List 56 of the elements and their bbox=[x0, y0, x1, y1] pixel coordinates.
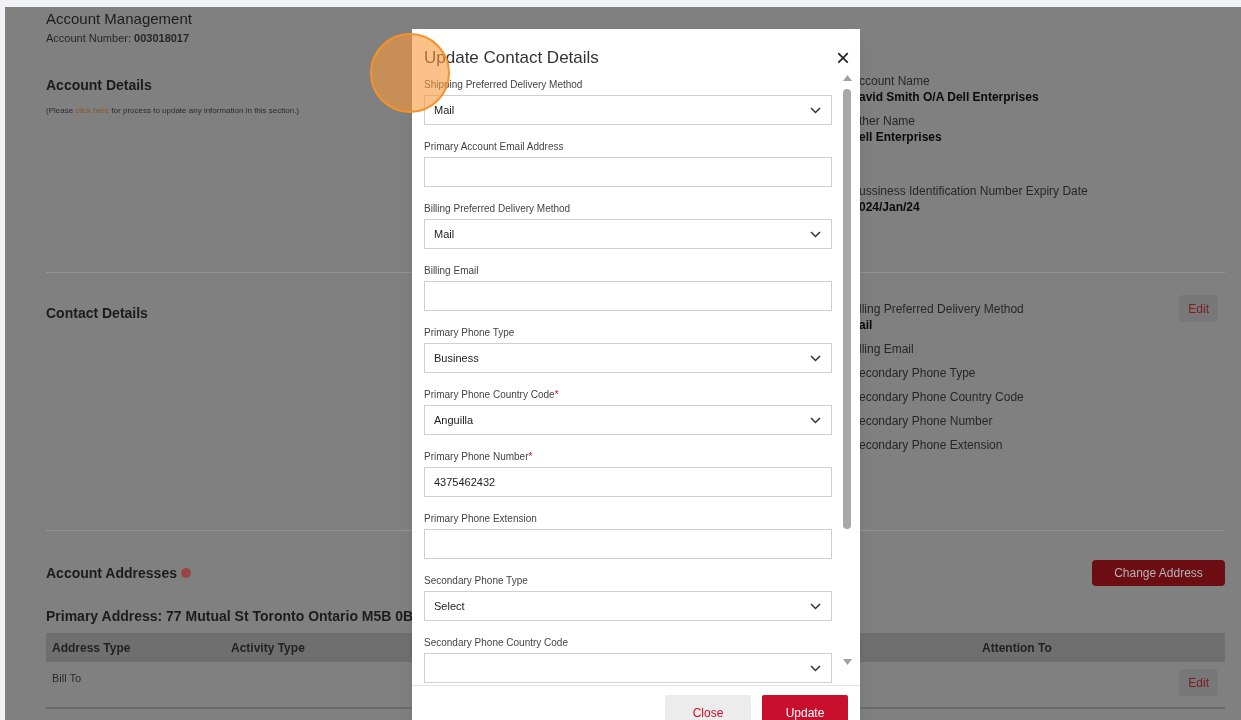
change-address-button[interactable]: Change Address bbox=[1092, 560, 1225, 586]
page-title: Account Management bbox=[46, 10, 192, 28]
chevron-down-icon bbox=[810, 664, 821, 672]
field-value: ell Enterprises bbox=[859, 129, 943, 145]
primary-address: Primary Address: 77 Mutual St Toronto Ontario M5B 0B bbox=[46, 607, 414, 626]
scroll-down-icon[interactable] bbox=[842, 659, 852, 665]
column-header: Attention To bbox=[982, 640, 1052, 655]
field-label: Primary Phone Country Code* bbox=[424, 388, 559, 402]
field-label: econdary Phone Extension bbox=[859, 437, 1004, 453]
section-heading: Account Details bbox=[46, 76, 152, 95]
dropdown[interactable]: Select bbox=[424, 591, 832, 621]
field-label: Secondary Phone Country Code bbox=[424, 636, 568, 650]
field-label: Billing Preferred Delivery Method bbox=[424, 202, 571, 216]
section-heading: Contact Details bbox=[46, 304, 148, 323]
update-button[interactable]: Update bbox=[762, 695, 848, 720]
field-label: Primary Account Email Address bbox=[424, 140, 564, 154]
field-label: Secondary Phone Type bbox=[424, 574, 528, 588]
field-label: Billing Email bbox=[424, 264, 479, 278]
section-heading: Account Addresses bbox=[46, 563, 177, 583]
column-header: Activity Type bbox=[231, 640, 305, 655]
column-header: Address Type bbox=[52, 640, 131, 655]
dropdown[interactable] bbox=[424, 653, 832, 683]
input-field[interactable] bbox=[424, 281, 832, 311]
field-label: Primary Phone Number* bbox=[424, 450, 533, 464]
field-label: econdary Phone Type bbox=[859, 365, 977, 381]
chevron-down-icon bbox=[810, 416, 821, 424]
dropdown[interactable]: Business bbox=[424, 343, 832, 373]
account-number: Account Number: 003018017 bbox=[46, 31, 190, 46]
dropdown[interactable]: Mail bbox=[424, 219, 832, 249]
field-label: lling Email bbox=[859, 341, 915, 357]
field-label: Primary Phone Extension bbox=[424, 512, 537, 526]
chevron-down-icon bbox=[810, 230, 821, 238]
input-field[interactable] bbox=[424, 157, 832, 187]
field-label: ccount Name bbox=[859, 73, 931, 89]
close-button[interactable]: Close bbox=[665, 695, 751, 720]
info-icon bbox=[180, 568, 191, 578]
dropdown[interactable]: Mail bbox=[424, 95, 832, 125]
field-value: ail bbox=[859, 317, 874, 333]
field-label: econdary Phone Country Code bbox=[859, 389, 1025, 405]
scrollbar[interactable] bbox=[842, 75, 852, 665]
field-label: econdary Phone Number bbox=[859, 413, 994, 429]
field-label: ther Name bbox=[859, 113, 917, 129]
chevron-down-icon bbox=[810, 602, 821, 610]
chevron-down-icon bbox=[810, 354, 821, 362]
scroll-up-icon[interactable] bbox=[842, 75, 852, 81]
field-value: avid Smith O/A Dell Enterprises bbox=[859, 89, 1040, 105]
field-value: 024/Jan/24 bbox=[859, 199, 921, 215]
instruction-note: (Please click here for process to update any information in this section.) bbox=[46, 105, 300, 117]
field-label: Primary Phone Type bbox=[424, 326, 515, 340]
table-cell: Bill To bbox=[52, 672, 82, 684]
input-field[interactable] bbox=[424, 529, 832, 559]
dropdown[interactable]: Anguilla bbox=[424, 405, 832, 435]
field-label: ussiness Identification Number Expiry Date bbox=[859, 183, 1089, 199]
input-field[interactable]: 4375462432 bbox=[424, 467, 832, 497]
field-label: lling Preferred Delivery Method bbox=[859, 301, 1025, 317]
chevron-down-icon bbox=[810, 106, 821, 114]
